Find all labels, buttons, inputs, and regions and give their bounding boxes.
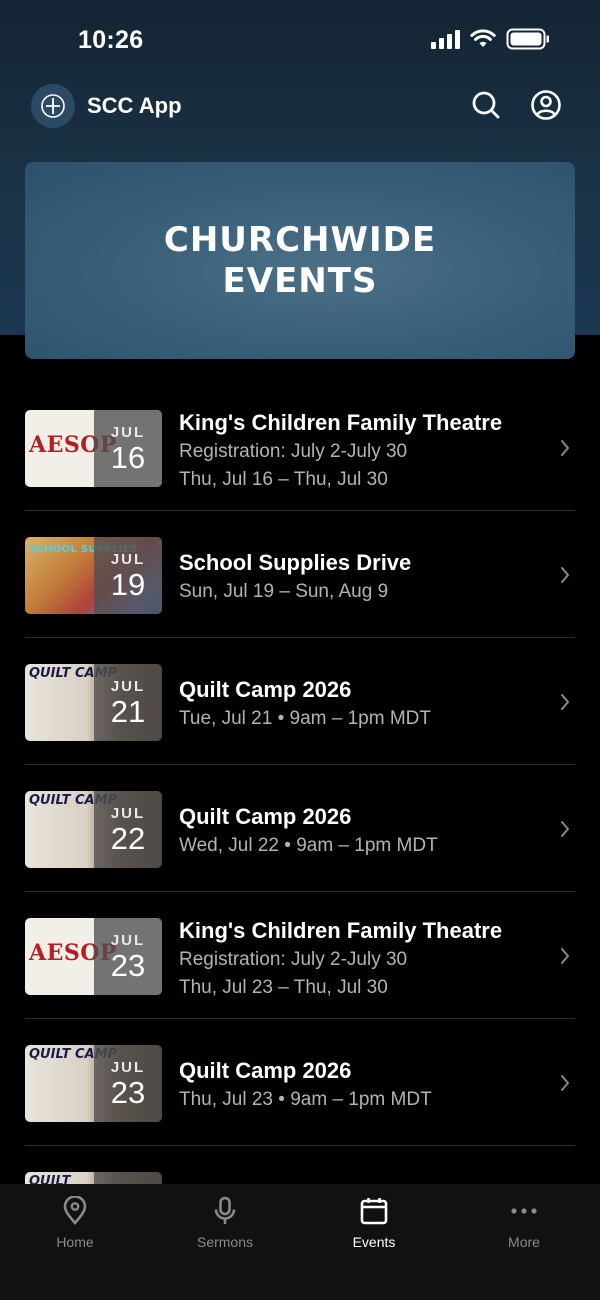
battery-icon xyxy=(506,28,549,50)
status-bar: 10:26 xyxy=(0,0,600,80)
event-date-badge: JUL 19 xyxy=(94,537,162,614)
event-row[interactable]: AESOP JUL 16 King's Children Family Thea… xyxy=(0,384,600,511)
event-row[interactable]: SCHOOL SUPPLIES JUL 19 School Supplies D… xyxy=(0,511,600,638)
tab-more[interactable]: More xyxy=(469,1196,579,1250)
event-subtitle: Registration: July 2-July 30 xyxy=(179,949,408,970)
event-title: Quilt Camp 2026 xyxy=(179,1058,352,1083)
churchwide-events-banner: CHURCHWIDE EVENTS xyxy=(25,162,575,359)
event-dates: Tue, Jul 21 • 9am – 1pm MDT xyxy=(179,708,431,729)
event-row[interactable]: QUILT CAMP JUL 22 Quilt Camp 2026 Wed, Ju… xyxy=(0,765,600,892)
cellular-signal-icon xyxy=(431,29,460,49)
event-dates: Thu, Jul 16 – Thu, Jul 30 xyxy=(179,469,388,490)
event-day: 23 xyxy=(110,947,146,983)
tab-home-label: Home xyxy=(56,1234,94,1250)
status-icons xyxy=(431,28,550,50)
banner-title-line1: CHURCHWIDE xyxy=(163,219,437,260)
event-subtitle: Registration: July 2-July 30 xyxy=(179,441,408,462)
event-thumbnail: SCHOOL SUPPLIES JUL 19 xyxy=(25,537,162,614)
event-day: 22 xyxy=(110,820,146,856)
more-dots-icon xyxy=(511,1208,537,1214)
event-text: King's Children Family Theatre Registrati… xyxy=(179,916,539,1002)
event-row[interactable]: QUILT CAMP JUL 23 Quilt Camp 2026 Thu, Ju… xyxy=(0,1019,600,1146)
event-text: King's Children Family Theatre Registrati… xyxy=(179,408,539,494)
tab-sermons-label: Sermons xyxy=(196,1234,254,1250)
event-date-badge xyxy=(94,1172,162,1184)
banner-title-line2: EVENTS xyxy=(222,260,378,301)
event-title: Quilt Camp 2026 xyxy=(179,804,352,829)
event-dates: Wed, Jul 22 • 9am – 1pm MDT xyxy=(179,835,438,856)
event-month: JUL xyxy=(110,677,146,695)
event-dates: Thu, Jul 23 • 9am – 1pm MDT xyxy=(179,1089,432,1110)
wifi-icon xyxy=(470,29,496,47)
status-time: 10:26 xyxy=(78,26,144,54)
calendar-icon xyxy=(360,1198,388,1225)
events-list: AESOP JUL 16 King's Children Family Thea… xyxy=(0,384,600,1184)
event-row[interactable]: AESOP JUL 23 King's Children Family Thea… xyxy=(0,892,600,1019)
app-logo[interactable] xyxy=(31,84,75,128)
event-date-badge: JUL 23 xyxy=(94,1045,162,1122)
event-thumbnail: QUILT xyxy=(25,1172,162,1184)
search-button[interactable] xyxy=(469,88,503,122)
chevron-right-icon xyxy=(561,947,569,964)
tab-sermons[interactable]: Sermons xyxy=(170,1196,280,1250)
microphone-icon xyxy=(214,1196,236,1224)
event-month: JUL xyxy=(110,1058,146,1076)
event-month: JUL xyxy=(110,550,146,568)
event-date-badge: JUL 21 xyxy=(94,664,162,741)
event-thumbnail: QUILT CAMP JUL 23 xyxy=(25,1045,162,1122)
map-pin-icon xyxy=(63,1196,87,1225)
cross-logo-icon xyxy=(41,94,65,118)
event-date-badge: JUL 23 xyxy=(94,918,162,995)
event-date-badge: JUL 16 xyxy=(94,410,162,487)
event-text: Quilt Camp 2026 Wed, Jul 22 • 9am – 1pm M… xyxy=(179,802,539,860)
event-day: 21 xyxy=(110,693,146,729)
event-text: School Supplies Drive Sun, Jul 19 – Sun, … xyxy=(179,548,539,606)
event-thumbnail-art: QUILT xyxy=(29,1174,71,1184)
tab-events-label: Events xyxy=(352,1234,396,1250)
event-title: School Supplies Drive xyxy=(179,550,412,575)
event-thumbnail: QUILT CAMP JUL 21 xyxy=(25,664,162,741)
tab-events[interactable]: Events xyxy=(319,1196,429,1250)
event-thumbnail: QUILT CAMP JUL 22 xyxy=(25,791,162,868)
event-month: JUL xyxy=(110,804,146,822)
tab-home[interactable]: Home xyxy=(20,1196,130,1250)
event-day: 23 xyxy=(110,1074,146,1110)
event-thumbnail: AESOP JUL 23 xyxy=(25,918,162,995)
event-title: King's Children Family Theatre xyxy=(179,918,503,943)
event-date-badge: JUL 22 xyxy=(94,791,162,868)
profile-icon xyxy=(531,90,561,120)
event-dates: Sun, Jul 19 – Sun, Aug 9 xyxy=(179,581,389,602)
event-text: Quilt Camp 2026 Thu, Jul 23 • 9am – 1pm M… xyxy=(179,1056,539,1114)
chevron-right-icon xyxy=(561,820,569,837)
event-text: Quilt Camp 2026 Tue, Jul 21 • 9am – 1pm M… xyxy=(179,675,539,733)
chevron-right-icon xyxy=(561,693,569,710)
event-row[interactable]: QUILT xyxy=(0,1146,600,1184)
chevron-right-icon xyxy=(561,566,569,583)
event-day: 19 xyxy=(110,566,146,602)
chevron-right-icon xyxy=(561,439,569,456)
search-icon xyxy=(472,91,500,119)
profile-button[interactable] xyxy=(529,88,563,122)
event-thumbnail: AESOP JUL 16 xyxy=(25,410,162,487)
event-title: King's Children Family Theatre xyxy=(179,410,503,435)
event-month: JUL xyxy=(110,931,146,949)
tab-bar: Home Sermons Events More xyxy=(0,1184,600,1300)
event-month: JUL xyxy=(110,423,146,441)
event-day: 16 xyxy=(110,439,146,475)
event-title: Quilt Camp 2026 xyxy=(179,677,352,702)
chevron-right-icon xyxy=(561,1074,569,1091)
app-title: SCC App xyxy=(87,93,182,118)
event-dates: Thu, Jul 23 – Thu, Jul 30 xyxy=(179,977,388,998)
event-row[interactable]: QUILT CAMP JUL 21 Quilt Camp 2026 Tue, Ju… xyxy=(0,638,600,765)
banner-title: CHURCHWIDE EVENTS xyxy=(164,220,436,302)
tab-more-label: More xyxy=(508,1234,540,1250)
app-bar: SCC App xyxy=(0,80,600,134)
